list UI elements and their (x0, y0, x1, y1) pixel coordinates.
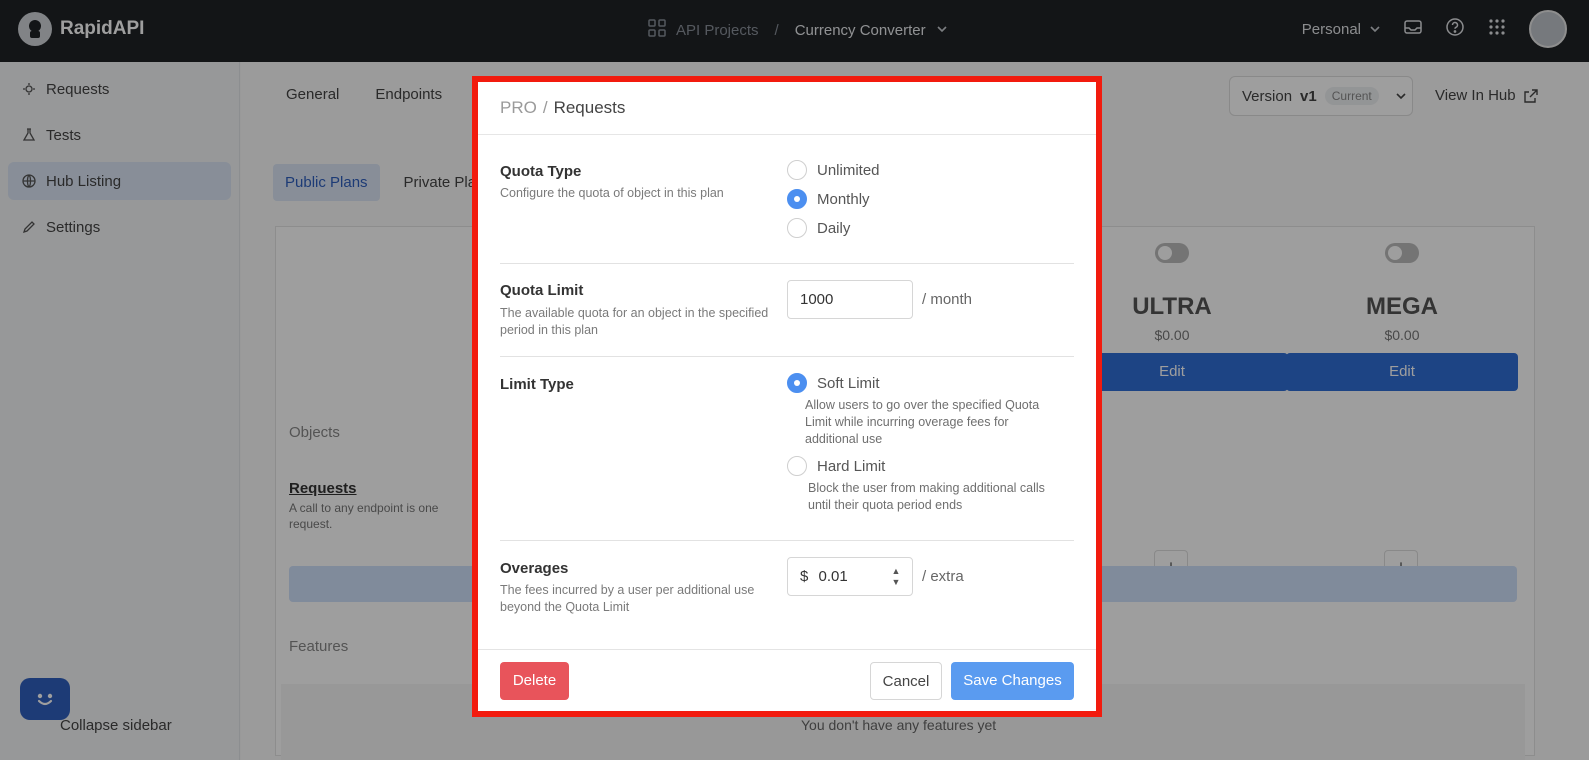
quota-type-label: Quota Type (500, 163, 582, 180)
delete-button[interactable]: Delete (500, 662, 569, 700)
modal-body: Quota Type Configure the quota of object… (478, 135, 1096, 649)
modal-plan-name: PRO (500, 98, 537, 117)
stepper-up-icon[interactable]: ▲ (892, 567, 901, 576)
stepper-down-icon[interactable]: ▼ (892, 578, 901, 587)
soft-limit-desc: Allow users to go over the specified Quo… (805, 398, 1040, 446)
overages-value: 0.01 (818, 568, 848, 585)
overages-section: Overages The fees incurred by a user per… (500, 541, 1074, 649)
quota-limit-label: Quota Limit (500, 282, 584, 299)
quota-type-section: Quota Type Configure the quota of object… (500, 135, 1074, 264)
radio-label: Soft Limit (817, 374, 880, 392)
quota-type-desc: Configure the quota of object in this pl… (500, 186, 724, 200)
currency-symbol: $ (800, 568, 809, 585)
modal-header: PRO / Requests (478, 82, 1096, 135)
radio-button[interactable] (787, 456, 807, 476)
quota-limit-unit: / month (922, 291, 973, 308)
quota-limit-input[interactable]: 1000 (787, 280, 913, 319)
radio-button[interactable] (787, 218, 807, 238)
radio-label: Hard Limit (817, 457, 886, 475)
radio-soft-limit[interactable]: Soft Limit (787, 373, 880, 393)
radio-monthly[interactable]: Monthly (787, 189, 870, 209)
quota-modal: PRO / Requests Quota Type Configure the … (472, 76, 1102, 717)
radio-button-selected[interactable] (787, 189, 807, 209)
modal-title: Requests (553, 98, 626, 117)
radio-label: Monthly (817, 190, 870, 208)
number-stepper[interactable]: ▲ ▼ (890, 567, 902, 587)
overages-desc: The fees incurred by a user per addition… (500, 583, 755, 614)
modal-footer: Delete Cancel Save Changes (478, 649, 1096, 711)
radio-button[interactable] (787, 160, 807, 180)
hard-limit-desc: Block the user from making additional ca… (808, 481, 1045, 512)
overages-input[interactable]: $ 0.01 ▲ ▼ (787, 557, 913, 596)
limit-type-label: Limit Type (500, 376, 574, 393)
radio-hard-limit[interactable]: Hard Limit (787, 456, 885, 476)
modal-title-separator: / (542, 98, 548, 117)
save-changes-button[interactable]: Save Changes (951, 662, 1074, 700)
radio-daily[interactable]: Daily (787, 218, 850, 238)
overages-unit: / extra (922, 568, 964, 585)
quota-limit-desc: The available quota for an object in the… (500, 306, 769, 337)
radio-button-selected[interactable] (787, 373, 807, 393)
radio-label: Daily (817, 219, 851, 237)
cancel-button[interactable]: Cancel (870, 662, 942, 700)
radio-label: Unlimited (817, 161, 880, 179)
quota-limit-section: Quota Limit The available quota for an o… (500, 264, 1074, 357)
overages-label: Overages (500, 560, 569, 577)
radio-unlimited[interactable]: Unlimited (787, 160, 880, 180)
limit-type-section: Limit Type Soft Limit Allow users to go … (500, 357, 1074, 541)
